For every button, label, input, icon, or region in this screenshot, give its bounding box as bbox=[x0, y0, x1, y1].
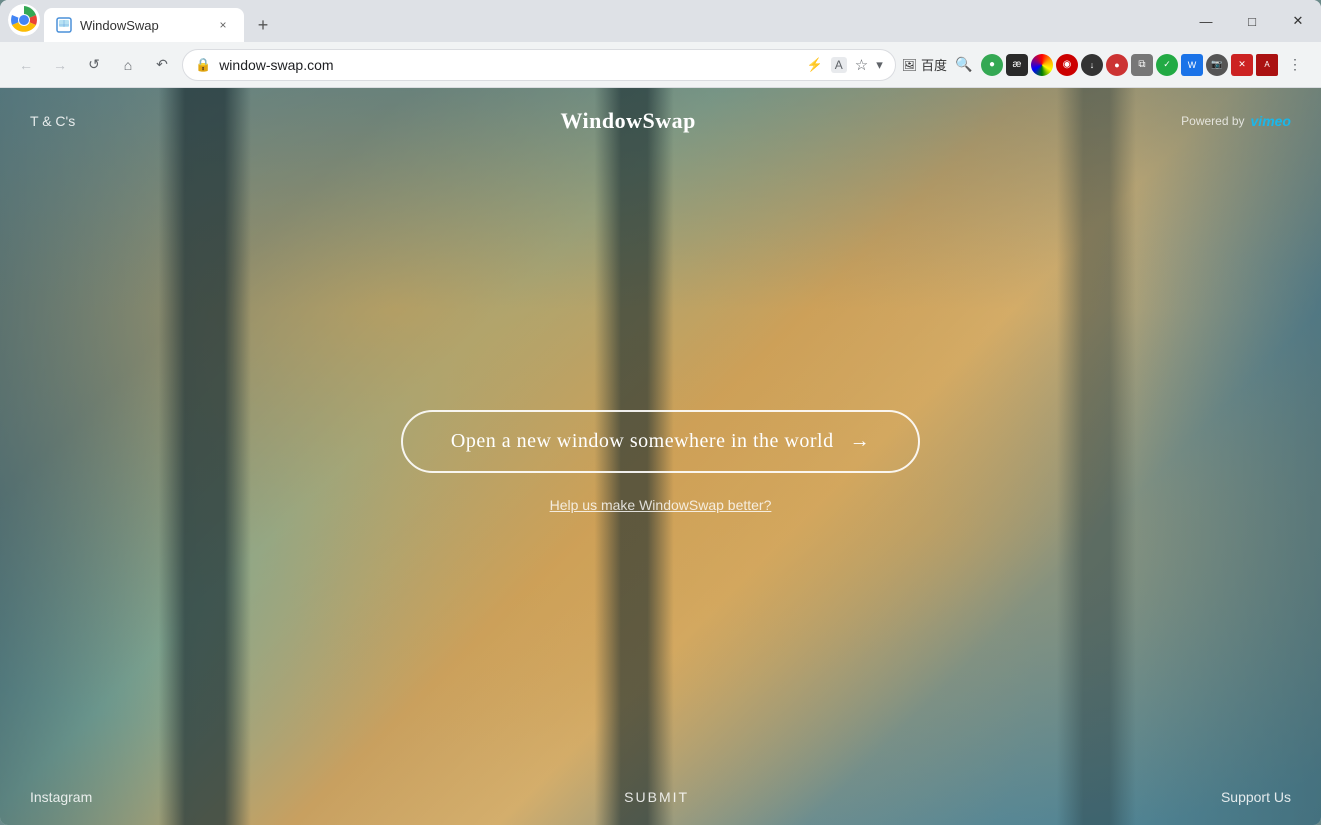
support-link[interactable]: Support Us bbox=[1221, 789, 1291, 805]
site-main: Open a new window somewhere in the world… bbox=[0, 154, 1321, 769]
ext-cam-icon: 📷 bbox=[1211, 59, 1222, 70]
ext-blue-sq[interactable]: W bbox=[1181, 54, 1203, 76]
reload-icon: ↺ bbox=[88, 56, 100, 73]
menu-icon: ⋮ bbox=[1288, 56, 1302, 73]
powered-by-label: Powered by bbox=[1181, 114, 1244, 128]
ext-red[interactable]: ◉ bbox=[1056, 54, 1078, 76]
bookmark-icon[interactable]: ☆ bbox=[855, 56, 868, 74]
help-link[interactable]: Help us make WindowSwap better? bbox=[550, 497, 772, 513]
ext-colorful[interactable] bbox=[1031, 54, 1053, 76]
open-window-button[interactable]: Open a new window somewhere in the world… bbox=[401, 410, 920, 473]
lock-icon: 🔒 bbox=[195, 57, 211, 73]
ext-green[interactable]: ● bbox=[981, 54, 1003, 76]
browser-window: WindowSwap × + — □ ✕ ← → ↺ ⌂ ↶ � bbox=[0, 0, 1321, 825]
minimize-button[interactable]: — bbox=[1183, 0, 1229, 42]
home-button[interactable]: ⌂ bbox=[114, 51, 142, 79]
tab-bar: WindowSwap × + bbox=[0, 0, 1321, 42]
ext-red3-icon: ✕ bbox=[1238, 59, 1246, 70]
ext-red-icon: ◉ bbox=[1063, 59, 1072, 70]
vimeo-logo: vimeo bbox=[1251, 113, 1291, 129]
ext-dl-icon: ↓ bbox=[1090, 60, 1095, 70]
maximize-button[interactable]: □ bbox=[1229, 0, 1275, 42]
ext-cam[interactable]: 📷 bbox=[1206, 54, 1228, 76]
ext-puzzle[interactable]: ⧉ bbox=[1131, 54, 1153, 76]
menu-button[interactable]: ⋮ bbox=[1281, 51, 1309, 79]
instagram-link[interactable]: Instagram bbox=[30, 789, 92, 805]
powered-by: Powered by vimeo bbox=[1181, 113, 1291, 129]
search-icon: 🔍 bbox=[955, 56, 972, 73]
address-bar[interactable]: 🔒 window-swap.com ⚡ A ☆ ▾ bbox=[182, 49, 896, 81]
site-title: WindowSwap bbox=[560, 108, 695, 134]
dropdown-icon[interactable]: ▾ bbox=[876, 57, 883, 73]
back-button[interactable]: ← bbox=[12, 51, 40, 79]
baidu-icon: 🖼 bbox=[902, 58, 917, 72]
tc-link[interactable]: T & C's bbox=[30, 113, 75, 129]
window-controls: — □ ✕ bbox=[1183, 0, 1321, 42]
reload-button[interactable]: ↺ bbox=[80, 51, 108, 79]
ext-red-rect-icon: A bbox=[1264, 60, 1269, 69]
back-icon: ← bbox=[19, 57, 33, 73]
open-window-label: Open a new window somewhere in the world bbox=[451, 430, 834, 453]
forward-icon: → bbox=[53, 57, 67, 73]
bolt-icon: ⚡ bbox=[807, 57, 823, 73]
ext-puzzle-icon: ⧉ bbox=[1138, 59, 1145, 70]
ext-green2-icon: ✓ bbox=[1163, 59, 1171, 70]
ext-red3[interactable]: ✕ bbox=[1231, 54, 1253, 76]
toolbar-extensions: 🖼 百度 🔍 ● æ ◉ ↓ ● ⧉ bbox=[902, 51, 1309, 79]
new-tab-button[interactable]: + bbox=[248, 10, 278, 40]
site-header: T & C's WindowSwap Powered by vimeo bbox=[0, 88, 1321, 154]
ext-red-rect[interactable]: A bbox=[1256, 54, 1278, 76]
ext-blue-icon: W bbox=[1188, 60, 1197, 70]
search-button[interactable]: 🔍 bbox=[950, 51, 978, 79]
forward-button[interactable]: → bbox=[46, 51, 74, 79]
tab-close-button[interactable]: × bbox=[214, 16, 232, 34]
ext-dark-circle[interactable]: ↓ bbox=[1081, 54, 1103, 76]
submit-link[interactable]: SUBMIT bbox=[624, 789, 689, 805]
tab-title: WindowSwap bbox=[80, 18, 206, 33]
translate-icon: A bbox=[831, 57, 847, 73]
history-back-button[interactable]: ↶ bbox=[148, 51, 176, 79]
chrome-logo bbox=[8, 4, 40, 36]
home-icon: ⌂ bbox=[124, 57, 132, 73]
ext-ae[interactable]: æ bbox=[1006, 54, 1028, 76]
baidu-button[interactable]: 🖼 百度 bbox=[902, 55, 947, 74]
baidu-label: 百度 bbox=[921, 55, 947, 74]
tab-favicon bbox=[56, 17, 72, 33]
arrow-right-icon: → bbox=[850, 430, 871, 453]
close-button[interactable]: ✕ bbox=[1275, 0, 1321, 42]
site-overlay: T & C's WindowSwap Powered by vimeo Open… bbox=[0, 88, 1321, 825]
history-icon: ↶ bbox=[156, 56, 168, 73]
page-content: T & C's WindowSwap Powered by vimeo Open… bbox=[0, 88, 1321, 825]
ext-red2[interactable]: ● bbox=[1106, 54, 1128, 76]
ext-red2-icon: ● bbox=[1114, 60, 1119, 70]
active-tab[interactable]: WindowSwap × bbox=[44, 8, 244, 42]
site-footer: Instagram SUBMIT Support Us bbox=[0, 769, 1321, 825]
browser-toolbar: ← → ↺ ⌂ ↶ 🔒 window-swap.com ⚡ A ☆ ▾ 🖼 bbox=[0, 42, 1321, 88]
url-text: window-swap.com bbox=[219, 57, 798, 73]
ext-green-icon: ● bbox=[989, 59, 995, 70]
ext-green2[interactable]: ✓ bbox=[1156, 54, 1178, 76]
